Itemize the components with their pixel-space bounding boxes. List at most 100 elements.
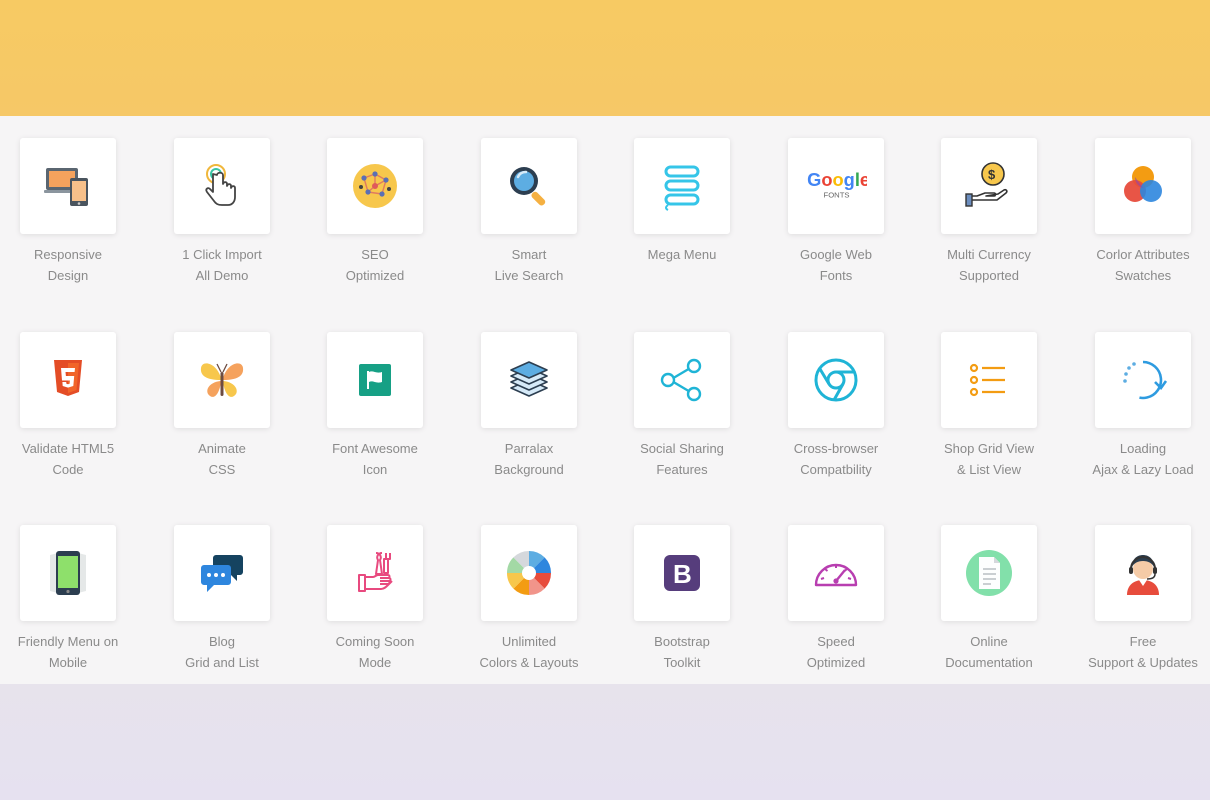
speedometer-icon <box>810 547 862 599</box>
feature-label: Unlimited Colors & Layouts <box>461 631 597 673</box>
chat-bubbles-icon <box>196 547 248 599</box>
feature-label-line1: Speed <box>817 634 855 649</box>
feature-item: Cross-browser Compatbility <box>768 310 922 477</box>
feature-label-line1: Online <box>970 634 1008 649</box>
feature-label-line2: Background <box>494 462 564 477</box>
feature-item: GoogleFONTS Google Web Fonts <box>768 116 922 283</box>
feature-label-line2: Mobile <box>48 655 88 670</box>
feature-label-line2: Supported <box>959 268 1019 283</box>
top-banner-band <box>0 0 1210 116</box>
feature-label: Speed Optimized <box>768 631 904 673</box>
feature-label-line2: Fonts <box>819 268 853 283</box>
feature-item: 1 Click Import All Demo <box>154 116 308 283</box>
feature-tile <box>941 525 1037 621</box>
feature-label-line1: Unlimited <box>501 634 557 649</box>
feature-label-line1: Multi Currency <box>947 247 1031 262</box>
feature-label: Corlor Attributes Swatches <box>1075 244 1210 286</box>
feature-label: Validate HTML5 Code <box>0 438 136 480</box>
feature-label: Friendly Menu on Mobile <box>0 631 136 673</box>
svg-text:FONTS: FONTS <box>824 191 850 200</box>
feature-label: Online Documentation <box>921 631 1057 673</box>
feature-tile <box>788 332 884 428</box>
feature-tile <box>1095 138 1191 234</box>
feature-label: Coming Soon Mode <box>307 631 443 673</box>
feature-label: Blog Grid and List <box>154 631 290 673</box>
feature-label-line2: Grid and List <box>185 655 259 670</box>
feature-label-line1: Social Sharing <box>640 441 724 456</box>
magnifier-search-icon <box>503 160 555 212</box>
feature-item: Coming Soon Mode <box>307 503 461 670</box>
feature-tile <box>174 525 270 621</box>
feature-item: Speed Optimized <box>768 503 922 670</box>
feature-item: Free Support & Updates <box>1075 503 1210 670</box>
feature-tile <box>481 525 577 621</box>
html5-shield-icon <box>42 354 94 406</box>
feature-tile <box>634 138 730 234</box>
feature-tile: GoogleFONTS <box>788 138 884 234</box>
feature-label: Google Web Fonts <box>768 244 904 286</box>
google-fonts-icon: GoogleFONTS <box>805 161 867 211</box>
feature-label-line1: Animate <box>198 441 246 456</box>
share-nodes-icon <box>656 354 708 406</box>
feature-label-line1: Validate HTML5 <box>21 441 115 456</box>
feature-tile <box>327 525 423 621</box>
feature-item: Loading Ajax & Lazy Load <box>1075 310 1210 477</box>
tools-hand-icon <box>349 547 401 599</box>
feature-label-line2: Swatches <box>1114 268 1172 283</box>
feature-item: Corlor Attributes Swatches <box>1075 116 1210 283</box>
mega-menu-stack-icon <box>656 160 708 212</box>
feature-label-line1: Loading <box>1119 441 1167 456</box>
feature-label-line2: All Demo <box>195 268 249 283</box>
feature-item: Animate CSS <box>154 310 308 477</box>
bootstrap-logo-icon: B <box>656 547 708 599</box>
feature-label: Loading Ajax & Lazy Load <box>1075 438 1210 480</box>
feature-label-line1: Coming Soon <box>335 634 415 649</box>
feature-item: Online Documentation <box>921 503 1075 670</box>
flag-square-icon <box>349 354 401 406</box>
currency-hand-icon: $ <box>963 160 1015 212</box>
features-grid: Responsive Design 1 Click Import All Demo SE… <box>0 116 1210 684</box>
feature-label-line1: Google Web <box>799 247 873 262</box>
butterfly-icon <box>196 354 248 406</box>
feature-label-line1: SEO <box>361 247 389 262</box>
feature-label-line1: Smart <box>511 247 547 262</box>
feature-label-line2: Code <box>52 462 84 477</box>
feature-item: Parralax Background <box>461 310 615 477</box>
feature-label-line1: Font Awesome <box>332 441 418 456</box>
feature-label-line2: Live Search <box>494 268 564 283</box>
feature-label-line2: Compatbility <box>800 462 872 477</box>
seo-network-icon <box>349 160 401 212</box>
feature-label: Mega Menu <box>614 244 750 265</box>
list-view-icon <box>963 354 1015 406</box>
feature-label-line2: Mode <box>358 655 392 670</box>
feature-label-line1: 1 Click Import <box>182 247 262 262</box>
feature-tile <box>481 332 577 428</box>
feature-label-line1: Friendly Menu on <box>17 634 119 649</box>
svg-text:B: B <box>673 559 692 589</box>
feature-label: Cross-browser Compatbility <box>768 438 904 480</box>
feature-tile <box>941 332 1037 428</box>
feature-tile: B <box>634 525 730 621</box>
feature-item: Unlimited Colors & Layouts <box>461 503 615 670</box>
feature-item: Smart Live Search <box>461 116 615 283</box>
feature-tile <box>1095 332 1191 428</box>
color-wheel-icon <box>503 547 555 599</box>
feature-label-line1: Corlor Attributes <box>1096 247 1190 262</box>
feature-label: Social Sharing Features <box>614 438 750 480</box>
feature-label-line1: Parralax <box>504 441 554 456</box>
feature-label-line1: Mega Menu <box>647 247 717 262</box>
feature-tile <box>20 332 116 428</box>
feature-label-line1: Cross-browser <box>793 441 879 456</box>
feature-item: Mega Menu <box>614 116 768 276</box>
feature-tile <box>327 138 423 234</box>
svg-text:Google: Google <box>807 169 867 190</box>
feature-tile <box>1095 525 1191 621</box>
feature-tile <box>174 138 270 234</box>
feature-label-line2: Toolkit <box>663 655 701 670</box>
feature-label-line1: Blog <box>208 634 236 649</box>
feature-label-line2: Optimized <box>345 268 405 283</box>
feature-label: Free Support & Updates <box>1075 631 1210 673</box>
svg-text:$: $ <box>988 167 996 182</box>
feature-item: Font Awesome Icon <box>307 310 461 477</box>
feature-item: $ Multi Currency Supported <box>921 116 1075 283</box>
